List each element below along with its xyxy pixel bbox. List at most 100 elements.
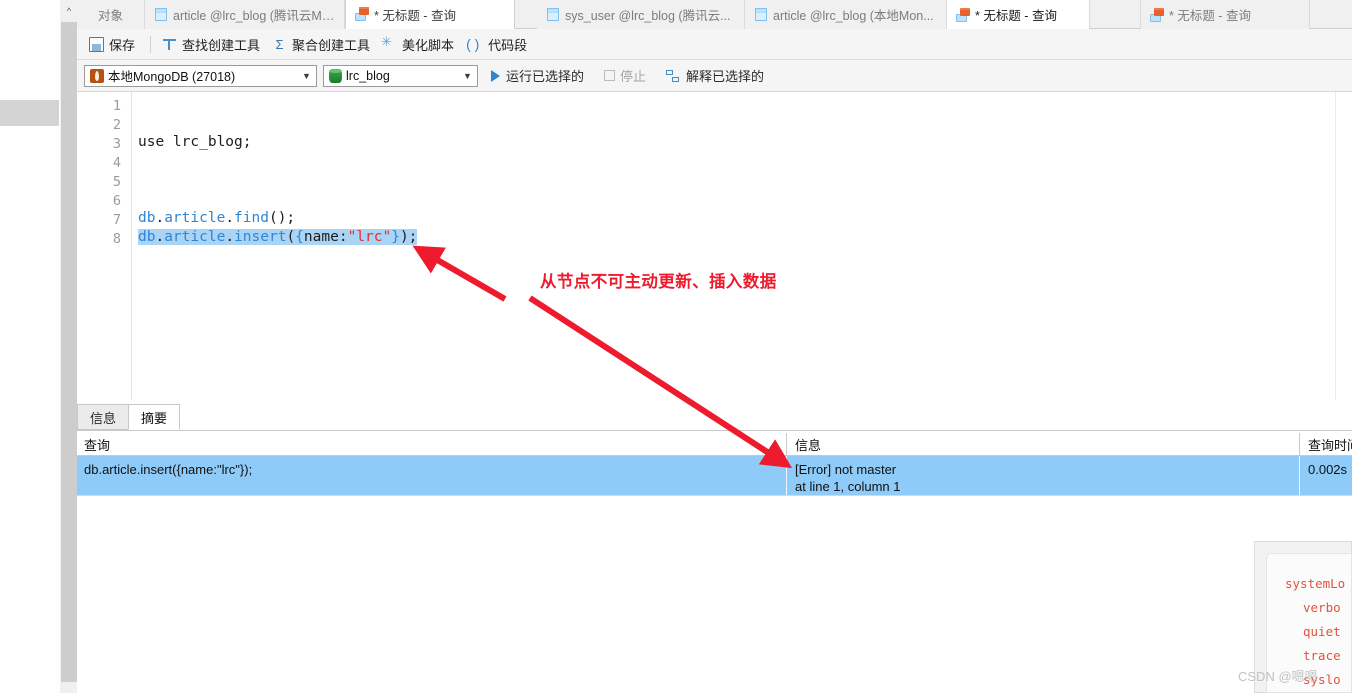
annotation-text: 从节点不可主动更新、插入数据: [540, 273, 777, 291]
code-token-tail: ();: [268, 210, 296, 226]
find-builder-icon: [162, 37, 177, 52]
object-panel-gutter: [0, 0, 61, 693]
tab-untitled-query-2-label: * 无标题 - 查询: [975, 9, 1057, 23]
connection-bar: 本地MongoDB (27018) ▼ lrc_blog ▼ 运行已选择的 停止…: [77, 60, 1352, 92]
scrollbar-thumb[interactable]: [61, 22, 77, 682]
tab-article-local[interactable]: article @lrc_blog (本地Mon...: [745, 0, 947, 29]
stop-label: 停止: [620, 69, 647, 84]
results-tab-strip: 信息 摘要: [77, 404, 1352, 431]
code-token-paren: (: [286, 229, 296, 245]
tab-untitled-query-3[interactable]: * 无标题 - 查询: [1140, 0, 1310, 29]
query-icon: [1150, 7, 1164, 22]
cell-message: [Error] not master at line 1, column 1: [788, 456, 1299, 495]
column-header-query[interactable]: 查询: [77, 433, 786, 455]
collection-icon: [154, 7, 168, 22]
find-builder-label: 查找创建工具: [182, 37, 261, 53]
results-tab-info-label: 信息: [90, 410, 117, 426]
tab-untitled-query-1[interactable]: * 无标题 - 查询: [345, 0, 515, 29]
tab-article-tencent-label: article @lrc_blog (腾讯云Mo...: [173, 9, 335, 23]
database-select[interactable]: lrc_blog ▼: [323, 64, 478, 87]
row-bottom-border: [77, 495, 1352, 496]
table-row[interactable]: db.article.insert({name:"lrc"}); [Error]…: [77, 456, 1352, 495]
action-toolbar: 保存 查找创建工具 Σ 聚合创建工具 美化脚本 ( ) 代码段: [77, 29, 1352, 60]
code-token-function: insert: [234, 229, 287, 245]
results-panel: 信息 摘要 查询 信息 查询时间 db.article.insert({name…: [77, 400, 1352, 693]
line-number: 3: [112, 136, 121, 152]
code-token-collection: article: [164, 229, 226, 245]
code-token-collection: article: [164, 210, 226, 226]
code-token-brace: {: [295, 229, 304, 245]
find-builder-button[interactable]: 查找创建工具: [158, 33, 268, 56]
config-line: quiet: [1303, 624, 1341, 639]
code-token-tail: );: [399, 229, 418, 245]
tab-untitled-query-1-label: * 无标题 - 查询: [374, 8, 456, 23]
toolbar-divider: [150, 35, 152, 53]
code-token-brace: }: [391, 229, 400, 245]
row-cell-divider: [1299, 456, 1300, 495]
explain-selected-button[interactable]: 解释已选择的: [659, 66, 771, 85]
config-line: systemLo: [1285, 576, 1346, 591]
tab-article-tencent[interactable]: article @lrc_blog (腾讯云Mo...: [145, 0, 345, 29]
code-token-db: db: [138, 210, 156, 226]
code-token-text: lrc_blog;: [164, 134, 252, 150]
cell-query-time: 0.002s: [1308, 462, 1348, 477]
results-tab-summary-label: 摘要: [141, 410, 168, 426]
chevron-down-icon[interactable]: ▼: [458, 66, 477, 86]
query-editor[interactable]: 1 2 3 4 5 6 7 8 use lrc_blog; db.article…: [77, 92, 1335, 400]
code-token-colon: :: [338, 229, 348, 245]
line-number: 6: [112, 193, 121, 209]
results-tab-summary[interactable]: 摘要: [128, 404, 181, 430]
column-header-time[interactable]: 查询时间: [1301, 433, 1352, 455]
mongodb-client-window: ^ 对象 article @lrc_blog (腾讯云Mo... * 无标题 -…: [0, 0, 1352, 693]
column-divider[interactable]: [786, 433, 787, 456]
code-snippet-button[interactable]: ( ) 代码段: [462, 33, 535, 56]
aggregate-builder-icon: Σ: [275, 36, 284, 52]
stop-button[interactable]: 停止: [597, 66, 653, 85]
column-divider[interactable]: [1299, 433, 1300, 456]
code-token-keyword: use: [138, 134, 165, 150]
line-number: 1: [112, 98, 121, 114]
connection-select[interactable]: 本地MongoDB (27018) ▼: [84, 64, 317, 87]
line-number: 8: [112, 231, 121, 247]
save-button-label: 保存: [109, 37, 136, 53]
snippet-icon: ( ): [466, 35, 480, 52]
code-line-7[interactable]: db.article.find();: [138, 210, 295, 226]
editor-vertical-scrollbar[interactable]: [1335, 92, 1352, 400]
save-button[interactable]: 保存: [85, 33, 143, 56]
tab-object-panel[interactable]: 对象: [77, 0, 145, 29]
line-number-gutter: 1 2 3 4 5 6 7 8: [77, 92, 132, 400]
cell-query: db.article.insert({name:"lrc"});: [84, 462, 253, 477]
stop-icon: [604, 70, 616, 81]
cell-message-line1: [Error] not master: [795, 462, 897, 477]
tab-bar: 对象 article @lrc_blog (腾讯云Mo... * 无标题 - 查…: [77, 0, 1352, 29]
tab-sys-user-tencent[interactable]: sys_user @lrc_blog (腾讯云...: [537, 0, 745, 29]
aggregate-builder-button[interactable]: Σ 聚合创建工具: [268, 33, 378, 56]
run-selected-button[interactable]: 运行已选择的: [484, 66, 591, 85]
line-number: 4: [112, 155, 121, 171]
code-token-db: db: [138, 229, 156, 245]
tab-sys-user-tencent-label: sys_user @lrc_blog (腾讯云...: [565, 9, 731, 23]
connection-select-value: 本地MongoDB (27018): [108, 70, 236, 84]
tab-object-panel-label: 对象: [97, 9, 123, 23]
object-panel-selected-row[interactable]: [0, 100, 59, 126]
beautify-script-button[interactable]: 美化脚本: [378, 33, 462, 56]
line-number: 7: [112, 212, 121, 228]
code-line-8[interactable]: db.article.insert({name:"lrc"});: [138, 229, 418, 245]
tab-untitled-query-2[interactable]: * 无标题 - 查询: [947, 0, 1090, 29]
chevron-down-icon[interactable]: ▼: [297, 66, 316, 86]
cell-message-line2: at line 1, column 1: [795, 479, 901, 494]
code-line-3[interactable]: use lrc_blog;: [138, 134, 252, 150]
beautify-script-label: 美化脚本: [402, 37, 455, 53]
code-token-field: name: [303, 229, 339, 245]
line-number: 2: [112, 117, 121, 133]
watermark: CSDN @嗯嗯: [1238, 669, 1318, 684]
scrollbar-up-arrow-icon[interactable]: ^: [61, 0, 77, 21]
line-number: 5: [112, 174, 121, 190]
collection-icon: [754, 7, 768, 22]
results-tab-info[interactable]: 信息: [77, 404, 130, 430]
collection-icon: [546, 7, 560, 22]
database-icon: [329, 68, 342, 83]
query-icon: [956, 7, 970, 22]
database-select-value: lrc_blog: [346, 68, 390, 83]
column-header-message[interactable]: 信息: [788, 433, 1299, 455]
